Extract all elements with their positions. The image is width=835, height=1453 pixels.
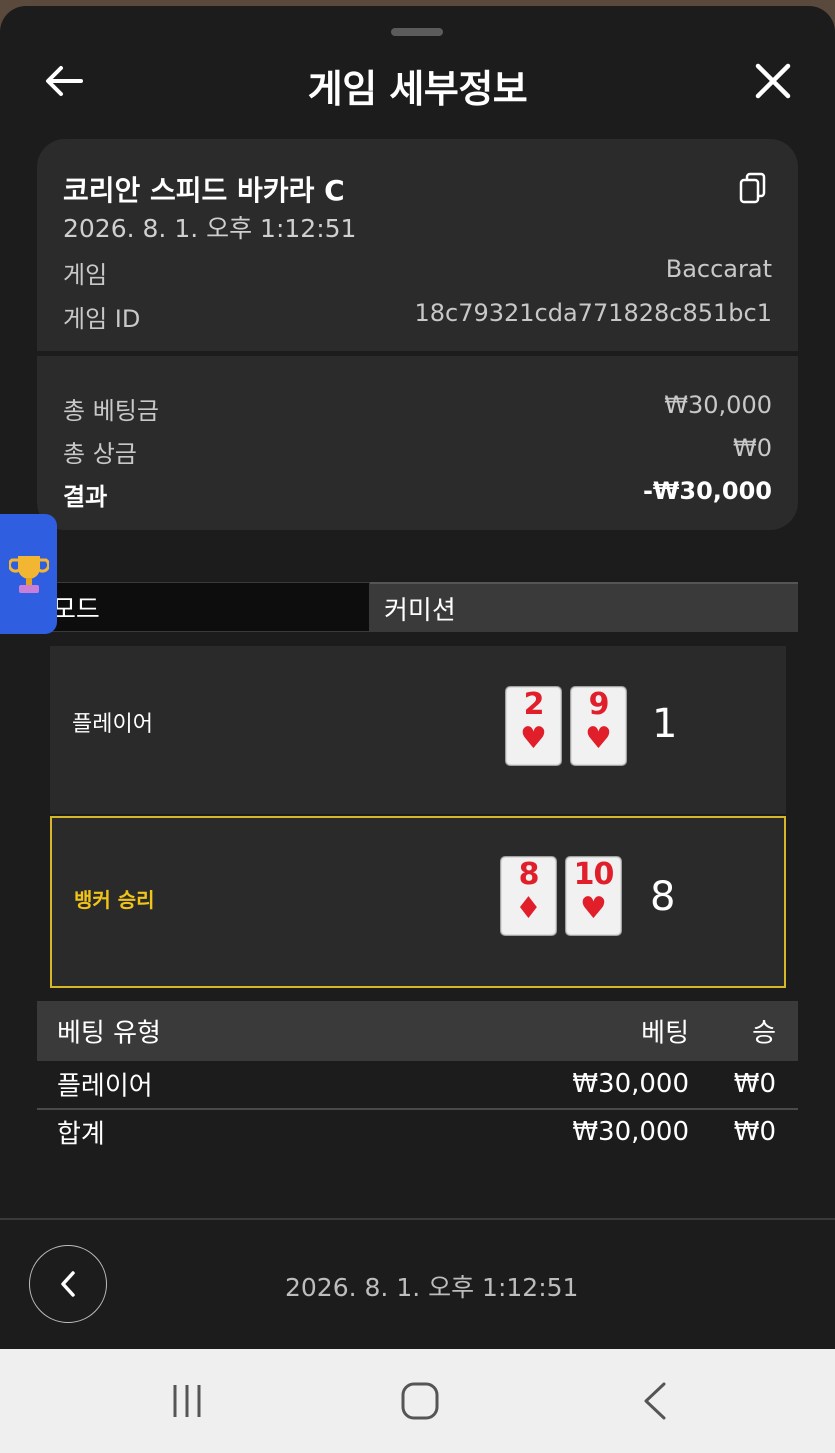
close-button[interactable]	[748, 56, 798, 106]
game-summary-card: 코리안 스피드 바카라 C 2026. 8. 1. 오후 1:12:51 게임 …	[37, 139, 798, 530]
back-chevron-icon	[644, 1382, 666, 1420]
bet-type-header: 베팅 유형	[57, 1018, 161, 1049]
banker-score: 8	[650, 874, 676, 920]
home-icon	[401, 1382, 439, 1420]
total-win-row: 총 상금 ₩0	[63, 434, 772, 469]
win-header: 승	[752, 1018, 776, 1049]
result-row: 결과 -₩30,000	[63, 477, 772, 512]
sheet-grabber[interactable]	[391, 28, 443, 36]
game-row: 게임 Baccarat	[63, 255, 772, 290]
result-value: -₩30,000	[642, 477, 772, 505]
bets-table-header: 베팅 유형 베팅 승	[37, 1001, 798, 1061]
playing-card: 10 ♥	[565, 856, 622, 936]
playing-card: 9 ♥	[570, 686, 627, 766]
recent-apps-icon	[173, 1385, 201, 1417]
total-row: 합계 ₩30,000 ₩0	[37, 1110, 798, 1154]
total-win-label: 총 상금	[63, 440, 137, 468]
mode-tabs: 모드 커미션	[37, 582, 798, 632]
total-bet-cell: ₩30,000	[572, 1117, 689, 1147]
game-datetime: 2026. 8. 1. 오후 1:12:51	[63, 214, 357, 243]
heart-suit-icon: ♥	[585, 721, 612, 756]
playing-card: 2 ♥	[505, 686, 562, 766]
card-divider	[37, 351, 798, 356]
result-label: 결과	[63, 483, 108, 511]
banker-hand: 뱅커 승리 8 ♦ 10 ♥ 8	[50, 816, 786, 988]
trophy-icon	[8, 556, 49, 593]
recent-apps-button[interactable]	[157, 1379, 217, 1423]
card-rank: 8	[518, 857, 540, 892]
game-id-row: 게임 ID 18c79321cda771828c851bc1	[63, 299, 772, 334]
total-win-value: ₩0	[733, 434, 772, 462]
card-rank: 10	[573, 857, 615, 892]
playing-card: 8 ♦	[500, 856, 557, 936]
game-label: 게임	[63, 261, 108, 289]
tab-commission[interactable]: 커미션	[370, 582, 798, 632]
chevron-left-icon	[61, 1271, 75, 1297]
android-navigation-bar	[0, 1349, 835, 1453]
card-rank: 9	[588, 687, 610, 722]
player-score: 1	[652, 701, 678, 747]
tab-mode[interactable]: 모드	[37, 582, 370, 632]
system-back-button[interactable]	[625, 1379, 685, 1423]
home-button[interactable]	[390, 1379, 450, 1423]
heart-suit-icon: ♥	[580, 891, 607, 926]
footer-divider	[0, 1218, 835, 1220]
banker-cards: 8 ♦ 10 ♥	[500, 856, 622, 936]
game-id-value: 18c79321cda771828c851bc1	[414, 299, 772, 327]
heart-suit-icon: ♥	[520, 721, 547, 756]
arrow-left-icon	[46, 66, 83, 96]
player-label: 플레이어	[72, 712, 153, 737]
back-button[interactable]	[40, 58, 86, 104]
player-cards: 2 ♥ 9 ♥	[505, 686, 627, 766]
game-id-label: 게임 ID	[63, 305, 141, 333]
total-bet-value: ₩30,000	[664, 391, 772, 419]
game-details-sheet: 게임 세부정보 코리안 스피드 바카라 C 2026. 8. 1. 오후 1:1…	[0, 6, 835, 1349]
bet-type-cell: 플레이어	[57, 1071, 153, 1102]
bet-amount-cell: ₩30,000	[572, 1069, 689, 1099]
close-icon	[755, 63, 791, 99]
banker-label: 뱅커 승리	[74, 888, 155, 912]
table-row: 플레이어 ₩30,000 ₩0	[37, 1062, 798, 1106]
diamond-suit-icon: ♦	[515, 891, 542, 926]
trophy-badge[interactable]	[0, 514, 57, 634]
game-value: Baccarat	[665, 255, 772, 283]
player-hand: 플레이어 2 ♥ 9 ♥ 1	[50, 646, 786, 814]
copy-button[interactable]	[733, 169, 773, 209]
table-name: 코리안 스피드 바카라 C	[63, 174, 345, 207]
previous-button[interactable]	[29, 1245, 107, 1323]
total-bet-row: 총 베팅금 ₩30,000	[63, 391, 772, 426]
copy-icon	[739, 172, 766, 204]
win-cell: ₩0	[733, 1069, 776, 1099]
total-win-cell: ₩0	[733, 1117, 776, 1147]
footer-datetime: 2026. 8. 1. 오후 1:12:51	[285, 1273, 579, 1302]
total-label: 합계	[57, 1119, 105, 1150]
card-rank: 2	[523, 687, 545, 722]
bet-amount-header: 베팅	[641, 1018, 689, 1049]
page-title: 게임 세부정보	[307, 67, 528, 111]
total-bet-label: 총 베팅금	[63, 397, 159, 425]
